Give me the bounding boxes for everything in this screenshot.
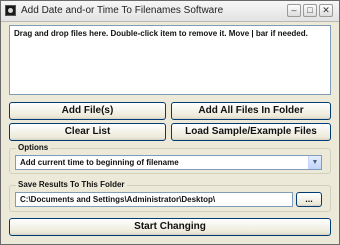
save-folder-input[interactable]: C:\Documents and Settings\Administrator\… xyxy=(15,192,293,207)
options-selected-value: Add current time to beginning of filenam… xyxy=(20,158,179,167)
title-bar[interactable]: Add Date and-or Time To Filenames Softwa… xyxy=(1,1,339,22)
browse-folder-button[interactable]: ... xyxy=(296,192,322,207)
close-button[interactable]: ✕ xyxy=(319,4,333,17)
app-icon xyxy=(5,5,16,16)
chevron-down-icon[interactable]: ▼ xyxy=(308,156,321,169)
save-folder-legend: Save Results To This Folder xyxy=(16,180,127,189)
clear-list-button[interactable]: Clear List xyxy=(9,123,166,141)
load-sample-button[interactable]: Load Sample/Example Files xyxy=(171,123,331,141)
app-window: Add Date and-or Time To Filenames Softwa… xyxy=(0,0,340,245)
save-folder-path: C:\Documents and Settings\Administrator\… xyxy=(20,195,216,204)
maximize-button[interactable]: □ xyxy=(303,4,317,17)
drop-instructions: Drag and drop files here. Double-click i… xyxy=(14,29,308,38)
options-legend: Options xyxy=(16,143,51,152)
start-changing-button[interactable]: Start Changing xyxy=(9,218,331,236)
add-files-button[interactable]: Add File(s) xyxy=(9,102,166,120)
file-drop-list[interactable]: Drag and drop files here. Double-click i… xyxy=(9,25,331,95)
add-folder-button[interactable]: Add All Files In Folder xyxy=(171,102,331,120)
options-dropdown[interactable]: Add current time to beginning of filenam… xyxy=(15,155,322,170)
window-title: Add Date and-or Time To Filenames Softwa… xyxy=(21,5,224,16)
minimize-button[interactable]: – xyxy=(287,4,301,17)
